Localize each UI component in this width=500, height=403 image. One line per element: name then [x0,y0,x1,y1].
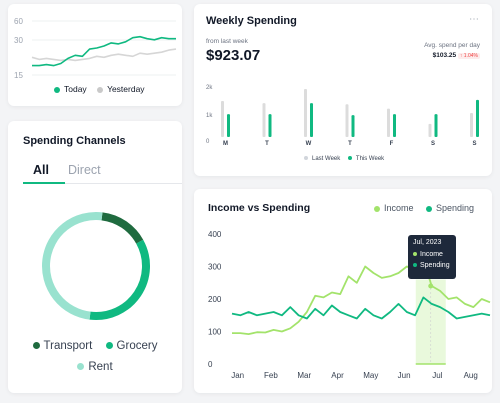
x-tick-label: W [306,141,312,147]
bar-last-week [345,104,349,137]
legend-today: Today [54,84,87,94]
x-tick-label: Jul [432,371,442,380]
y-tick-label: 400 [208,230,222,239]
series-line-yesterday [31,48,177,62]
bar-this-week [351,115,355,137]
bar-last-week [221,101,224,137]
tooltip-row-income: Income [413,251,451,258]
bar-this-week [310,103,313,137]
today-legend: Today Yesterday [54,84,145,94]
more-horizontal-icon[interactable]: ⋯ [469,14,480,25]
today-vs-yesterday-card: 60 30 15 Today Yesterday [8,4,182,106]
bar-last-week [428,123,432,137]
y-tick-label: 60 [14,17,23,26]
x-tick-label: M [223,141,228,147]
spending-channels-card: Spending Channels All Direct Transport G… [8,121,182,393]
donut-slice-transport [101,212,144,244]
legend-spending: Spending [426,203,474,213]
bar-last-week [304,89,307,137]
legend-last-week: Last Week [304,156,340,162]
x-tick-label: F [390,141,394,147]
legend-this-week: This Week [347,156,384,162]
y-tick-label: 15 [14,71,23,80]
x-tick-label: S [431,141,435,147]
highlight-point [428,283,434,289]
avg-change-badge: ↑ 1.04% [457,53,480,59]
x-tick-label: May [363,371,378,380]
series-line-today [32,35,176,67]
y-tick-label: 0 [208,360,213,369]
x-tick-label: Apr [331,371,344,380]
chart-tooltip: Jul, 2023 Income Spending [408,235,456,279]
x-tick-label: T [348,141,352,147]
y-tick-label: 300 [208,263,222,272]
x-tick-label: Aug [464,371,478,380]
y-tick-label: 2k [206,85,213,91]
donut-slice-rent [42,212,103,320]
x-tick-label: Jun [398,371,411,380]
channels-legend: Transport Grocery Rent [8,340,182,373]
weekly-spending-card: Weekly Spending ⋯ from last week $923.07… [194,4,492,176]
bar-last-week [387,108,390,137]
bar-this-week [227,114,230,137]
income-vs-spending-card: Income vs Spending Income Spending 400 30… [194,189,492,393]
weekly-amount: $923.07 [206,47,261,64]
tooltip-row-spending: Spending [413,262,451,269]
bar-last-week [262,103,266,137]
legend-rent: Rent [77,361,113,373]
weekly-legend: Last Week This Week [304,156,384,162]
y-tick-label: 1k [206,113,213,119]
x-tick-label: T [265,141,269,147]
y-tick-label: 100 [208,328,222,337]
bar-last-week [470,113,473,137]
y-tick-label: 0 [206,139,210,145]
avg-values: $103.25 ↑ 1.04% [433,52,480,59]
series-line-spending [231,296,491,320]
x-tick-label: Mar [297,371,311,380]
legend-grocery: Grocery [105,340,157,352]
y-tick-label: 200 [208,295,222,304]
channels-title: Spending Channels [23,135,126,147]
x-tick-label: Feb [264,371,278,380]
x-tick-label: S [472,141,476,147]
weekly-subtitle: from last week [206,38,248,45]
tooltip-title: Jul, 2023 [413,239,442,246]
income-title: Income vs Spending [208,202,311,214]
donut-slice-grocery [89,239,150,320]
bar-this-week [268,114,272,137]
bar-this-week [434,114,438,137]
bar-this-week [476,99,479,137]
avg-label: Avg. spend per day [424,42,480,49]
tab-active-indicator [23,182,65,184]
income-legend: Income Spending [374,203,474,213]
channels-donut-chart [42,212,150,320]
bar-this-week [393,114,396,137]
legend-yesterday: Yesterday [97,84,145,94]
legend-income: Income [374,203,414,213]
legend-transport: Transport [32,340,92,352]
weekly-title: Weekly Spending [206,15,297,27]
y-tick-label: 30 [14,36,23,45]
x-tick-label: Jan [231,371,244,380]
tab-all[interactable]: All [33,163,49,177]
tab-direct[interactable]: Direct [68,163,101,177]
avg-value: $103.25 [432,52,457,59]
